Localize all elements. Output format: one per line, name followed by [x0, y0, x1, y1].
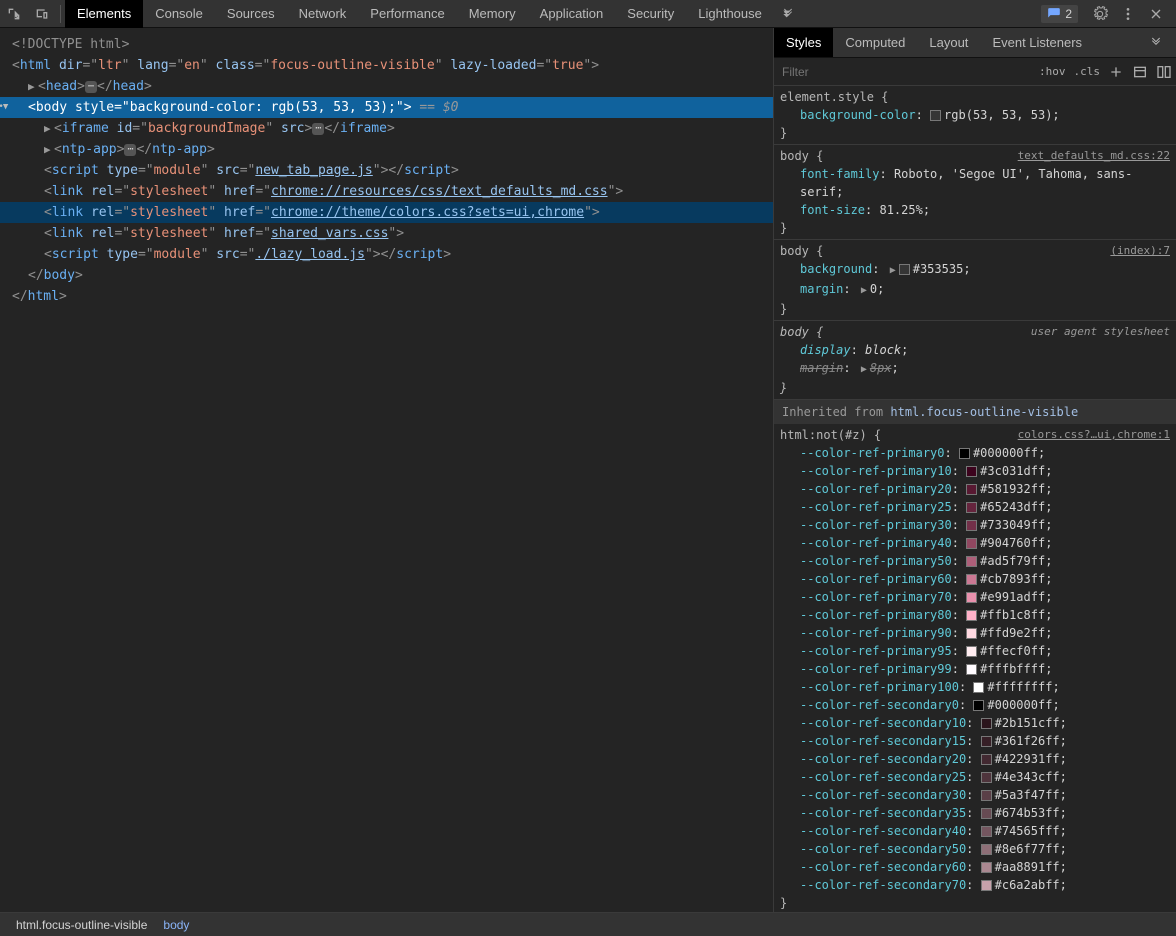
dom-link1[interactable]: <link rel="stylesheet" href="chrome://re…	[0, 181, 773, 202]
sidebar-tab-event-listeners[interactable]: Event Listeners	[980, 28, 1094, 57]
device-toggle-icon[interactable]	[28, 0, 56, 28]
dom-body-selected[interactable]: <body style="background-color: rgb(53, 5…	[0, 97, 773, 118]
inspect-icon[interactable]	[0, 0, 28, 28]
tab-application[interactable]: Application	[528, 0, 616, 28]
css-property[interactable]: background: ▶#353535;	[780, 260, 1170, 280]
breadcrumb-item[interactable]: html.focus-outline-visible	[8, 916, 155, 934]
css-property[interactable]: --color-ref-primary90: #ffd9e2ff;	[780, 624, 1170, 642]
css-property[interactable]: --color-ref-primary30: #733049ff;	[780, 516, 1170, 534]
tab-elements[interactable]: Elements	[65, 0, 143, 28]
tab-console[interactable]: Console	[143, 0, 215, 28]
css-property[interactable]: --color-ref-secondary35: #674b53ff;	[780, 804, 1170, 822]
style-rule[interactable]: body {text_defaults_md.css:22font-family…	[774, 145, 1176, 240]
css-property[interactable]: --color-ref-primary20: #581932ff;	[780, 480, 1170, 498]
dom-link3[interactable]: <link rel="stylesheet" href="shared_vars…	[0, 223, 773, 244]
css-property[interactable]: --color-ref-primary60: #cb7893ff;	[780, 570, 1170, 588]
styles-filter-input[interactable]	[774, 65, 1035, 79]
style-rule[interactable]: html:not(#z) {colors.css?…ui,chrome:1--c…	[774, 424, 1176, 912]
dom-html-open[interactable]: <html dir="ltr" lang="en" class="focus-o…	[0, 55, 773, 76]
sidebar-tabs: StylesComputedLayoutEvent Listeners	[774, 28, 1176, 58]
css-property[interactable]: margin: ▶0;	[780, 280, 1170, 300]
css-property[interactable]: --color-ref-primary100: #ffffffff;	[780, 678, 1170, 696]
computed-toggle-icon[interactable]	[1128, 60, 1152, 84]
dom-link2-hover[interactable]: <link rel="stylesheet" href="chrome://th…	[0, 202, 773, 223]
inherited-from-bar: Inherited from html.focus-outline-visibl…	[774, 400, 1176, 424]
styles-filter-bar: :hov .cls	[774, 58, 1176, 86]
css-property[interactable]: --color-ref-secondary40: #74565fff;	[780, 822, 1170, 840]
css-property[interactable]: --color-ref-primary95: #ffecf0ff;	[780, 642, 1170, 660]
breadcrumb-item[interactable]: body	[155, 916, 197, 934]
sidebar-tab-layout[interactable]: Layout	[917, 28, 980, 57]
cls-toggle[interactable]: .cls	[1070, 63, 1105, 80]
rendering-toggle-icon[interactable]	[1152, 60, 1176, 84]
settings-icon[interactable]	[1086, 0, 1114, 28]
css-property[interactable]: font-family: Roboto, 'Segoe UI', Tahoma,…	[780, 165, 1170, 201]
css-property[interactable]: --color-ref-primary25: #65243dff;	[780, 498, 1170, 516]
css-property[interactable]: background-color: rgb(53, 53, 53);	[780, 106, 1170, 124]
close-icon[interactable]	[1142, 0, 1170, 28]
dom-body-close[interactable]: </body>	[0, 265, 773, 286]
css-property[interactable]: --color-ref-primary80: #ffb1c8ff;	[780, 606, 1170, 624]
devtools-toolbar: ElementsConsoleSourcesNetworkPerformance…	[0, 0, 1176, 28]
css-property[interactable]: --color-ref-secondary20: #422931ff;	[780, 750, 1170, 768]
styles-rules[interactable]: element.style {background-color: rgb(53,…	[774, 86, 1176, 912]
css-property[interactable]: --color-ref-secondary70: #c6a2abff;	[780, 876, 1170, 894]
new-style-rule-icon[interactable]	[1104, 60, 1128, 84]
css-property[interactable]: display: block;	[780, 341, 1170, 359]
dom-breadcrumb: html.focus-outline-visiblebody	[0, 912, 1176, 936]
css-property[interactable]: --color-ref-secondary60: #aa8891ff;	[780, 858, 1170, 876]
tab-security[interactable]: Security	[615, 0, 686, 28]
dom-iframe[interactable]: ▶<iframe id="backgroundImage" src>⋯</ifr…	[0, 118, 773, 139]
tab-performance[interactable]: Performance	[358, 0, 456, 28]
dom-head[interactable]: ▶<head>⋯</head>	[0, 76, 773, 97]
dom-script1[interactable]: <script type="module" src="new_tab_page.…	[0, 160, 773, 181]
css-property[interactable]: --color-ref-primary70: #e991adff;	[780, 588, 1170, 606]
css-property[interactable]: --color-ref-primary50: #ad5f79ff;	[780, 552, 1170, 570]
more-tabs-icon[interactable]	[774, 0, 802, 28]
tab-lighthouse[interactable]: Lighthouse	[686, 0, 774, 28]
toolbar-divider	[60, 5, 61, 23]
style-rule[interactable]: body {user agent stylesheetdisplay: bloc…	[774, 321, 1176, 400]
styles-panel: StylesComputedLayoutEvent Listeners :hov…	[773, 28, 1176, 912]
css-property[interactable]: font-size: 81.25%;	[780, 201, 1170, 219]
more-icon[interactable]	[1114, 0, 1142, 28]
css-property[interactable]: --color-ref-secondary30: #5a3f47ff;	[780, 786, 1170, 804]
css-property[interactable]: --color-ref-primary0: #000000ff;	[780, 444, 1170, 462]
toolbar-right: 2	[1041, 0, 1176, 28]
dom-html-close[interactable]: </html>	[0, 286, 773, 307]
dom-tree[interactable]: <!DOCTYPE html> <html dir="ltr" lang="en…	[0, 28, 773, 912]
tab-network[interactable]: Network	[287, 0, 359, 28]
tab-sources[interactable]: Sources	[215, 0, 287, 28]
css-property[interactable]: margin: ▶8px;	[780, 359, 1170, 379]
panel-tabs: ElementsConsoleSourcesNetworkPerformance…	[65, 0, 774, 28]
dom-doctype: <!DOCTYPE html>	[12, 37, 129, 52]
style-rule[interactable]: body {(index):7background: ▶#353535;marg…	[774, 240, 1176, 321]
hov-toggle[interactable]: :hov	[1035, 63, 1070, 80]
css-property[interactable]: --color-ref-secondary10: #2b151cff;	[780, 714, 1170, 732]
dom-script2[interactable]: <script type="module" src="./lazy_load.j…	[0, 244, 773, 265]
dom-ntp-app[interactable]: ▶<ntp-app>⋯</ntp-app>	[0, 139, 773, 160]
css-property[interactable]: --color-ref-secondary50: #8e6f77ff;	[780, 840, 1170, 858]
css-property[interactable]: --color-ref-secondary25: #4e343cff;	[780, 768, 1170, 786]
tab-memory[interactable]: Memory	[457, 0, 528, 28]
css-property[interactable]: --color-ref-primary40: #904760ff;	[780, 534, 1170, 552]
sidebar-tab-styles[interactable]: Styles	[774, 28, 833, 57]
sidebar-tab-computed[interactable]: Computed	[833, 28, 917, 57]
css-property[interactable]: --color-ref-secondary15: #361f26ff;	[780, 732, 1170, 750]
css-property[interactable]: --color-ref-primary10: #3c031dff;	[780, 462, 1170, 480]
css-property[interactable]: --color-ref-secondary0: #000000ff;	[780, 696, 1170, 714]
issues-count: 2	[1065, 7, 1072, 21]
issues-badge[interactable]: 2	[1041, 5, 1078, 23]
css-property[interactable]: --color-ref-primary99: #fffbffff;	[780, 660, 1170, 678]
sidebar-more-icon[interactable]	[1136, 28, 1176, 57]
style-rule[interactable]: element.style {background-color: rgb(53,…	[774, 86, 1176, 145]
